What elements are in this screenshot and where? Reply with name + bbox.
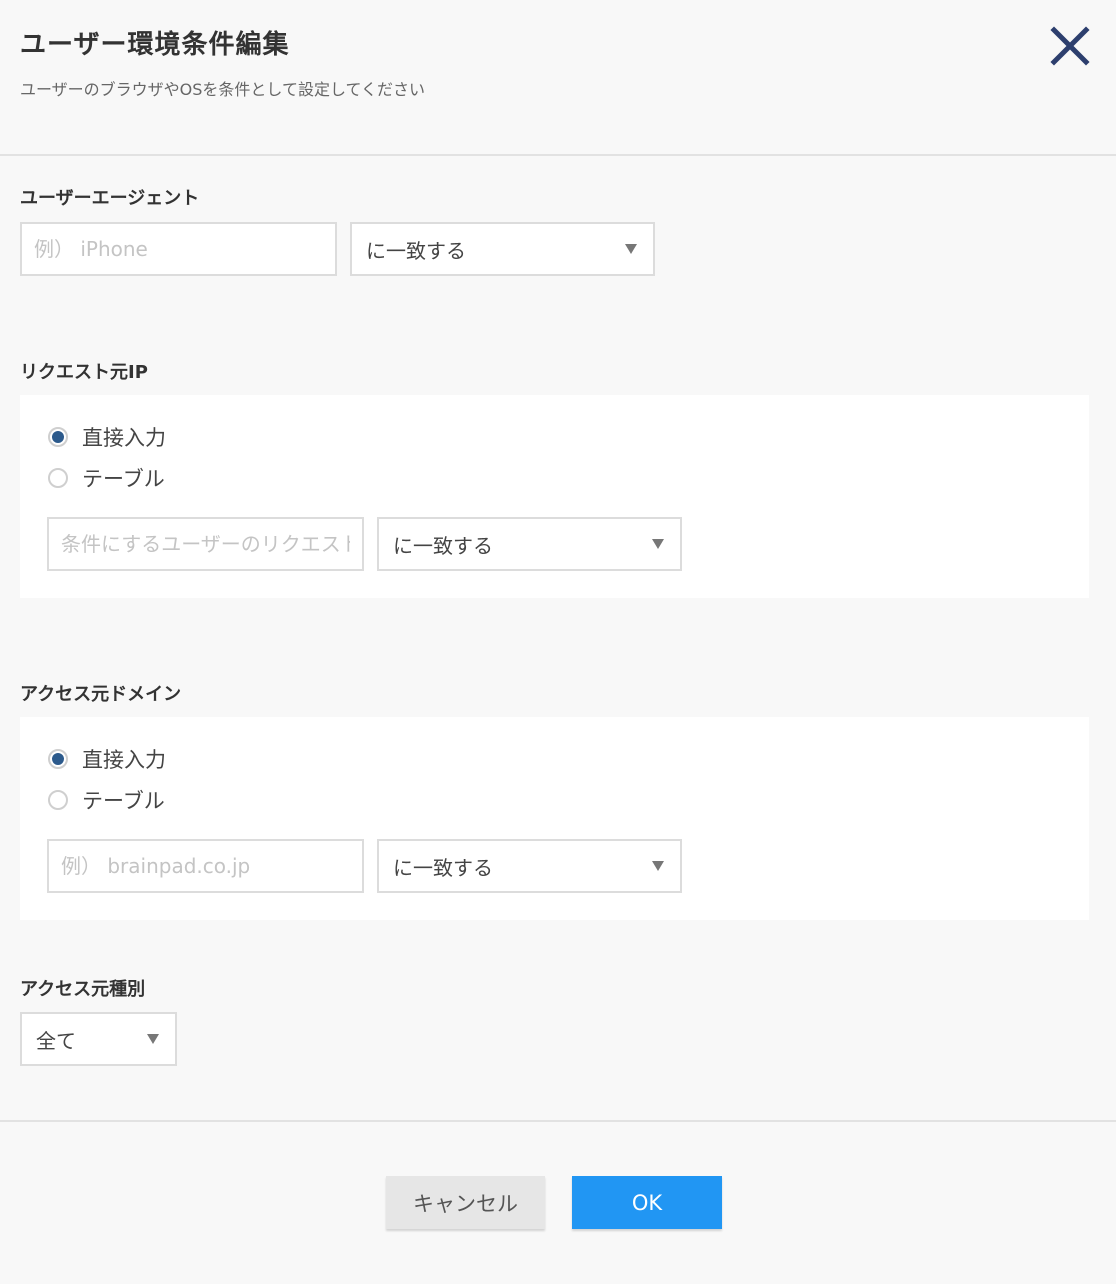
request-ip-label: リクエスト元IP: [20, 362, 148, 383]
user-agent-label: ユーザーエージェント: [20, 188, 200, 209]
header-divider: [0, 154, 1116, 156]
radio-table-label: テーブル: [82, 467, 165, 491]
access-type-value: 全て: [36, 1028, 76, 1053]
access-domain-match-value: に一致する: [393, 855, 493, 880]
radio-checked-icon[interactable]: [48, 749, 68, 769]
close-icon: [1050, 26, 1090, 66]
footer-divider: [0, 1120, 1116, 1122]
dialog-subtitle: ユーザーのブラウザやOSを条件として設定してください: [20, 80, 425, 99]
radio-unchecked-icon[interactable]: [48, 790, 68, 810]
access-domain-radio-direct[interactable]: 直接入力: [48, 744, 166, 774]
request-ip-panel: 直接入力 テーブル に一致する: [20, 395, 1089, 598]
user-agent-match-value: に一致する: [366, 238, 466, 263]
access-domain-label: アクセス元ドメイン: [20, 684, 182, 705]
request-ip-radio-table[interactable]: テーブル: [48, 463, 165, 493]
radio-direct-label: 直接入力: [82, 748, 166, 772]
radio-unchecked-icon[interactable]: [48, 468, 68, 488]
dropdown-caret-icon: [625, 244, 637, 254]
access-domain-match-select[interactable]: に一致する: [377, 839, 682, 893]
request-ip-match-select[interactable]: に一致する: [377, 517, 682, 571]
request-ip-input[interactable]: [47, 517, 364, 571]
dropdown-caret-icon: [652, 539, 664, 549]
access-domain-panel: 直接入力 テーブル に一致する: [20, 717, 1089, 920]
radio-direct-label: 直接入力: [82, 426, 166, 450]
dropdown-caret-icon: [147, 1034, 159, 1044]
user-agent-match-select[interactable]: に一致する: [350, 222, 655, 276]
dialog-title: ユーザー環境条件編集: [20, 30, 290, 60]
ok-button[interactable]: OK: [572, 1176, 722, 1229]
request-ip-radio-direct[interactable]: 直接入力: [48, 422, 166, 452]
access-type-select[interactable]: 全て: [20, 1012, 177, 1066]
close-button[interactable]: [1048, 24, 1092, 68]
radio-table-label: テーブル: [82, 789, 165, 813]
cancel-button[interactable]: キャンセル: [386, 1176, 545, 1229]
dropdown-caret-icon: [652, 861, 664, 871]
access-domain-input[interactable]: [47, 839, 364, 893]
request-ip-match-value: に一致する: [393, 533, 493, 558]
radio-checked-icon[interactable]: [48, 427, 68, 447]
access-type-label: アクセス元種別: [20, 979, 146, 1000]
access-domain-radio-table[interactable]: テーブル: [48, 785, 165, 815]
user-agent-input[interactable]: [20, 222, 337, 276]
